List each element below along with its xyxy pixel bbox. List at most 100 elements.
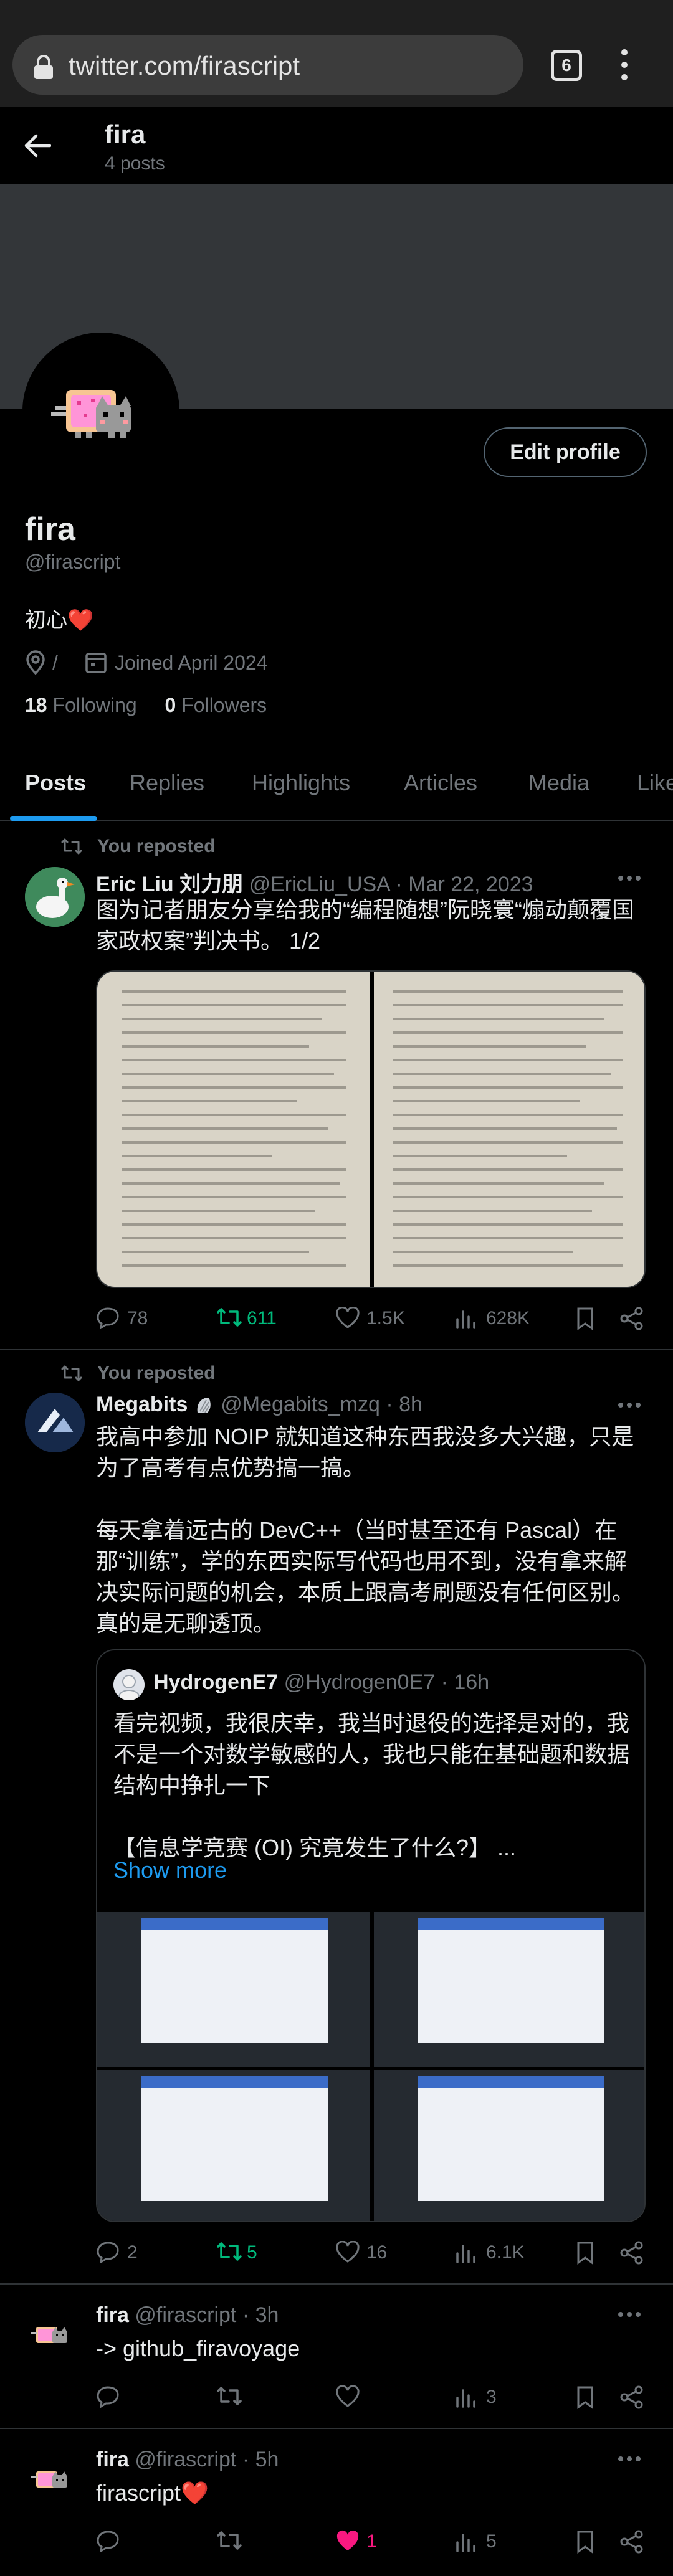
followers-link[interactable]: 0 Followers: [165, 694, 267, 716]
tweet-time[interactable]: 3h: [255, 2303, 279, 2327]
author-name[interactable]: Eric Liu 刘力朋: [96, 873, 243, 896]
following-label: Following: [52, 694, 137, 716]
more-options-icon[interactable]: [617, 2311, 642, 2318]
lock-icon: [32, 55, 55, 80]
views-count: 5: [486, 2531, 497, 2552]
views-count: 628K: [486, 1308, 530, 1328]
reply-icon: [97, 2531, 119, 2552]
tweet-time[interactable]: 5h: [255, 2448, 279, 2471]
dot-separator: ·: [242, 2303, 250, 2327]
tweet-actions: 2 5 16 6.1K: [96, 2238, 644, 2266]
video-frame-3[interactable]: [97, 2070, 370, 2221]
author-handle[interactable]: @Megabits_mzq: [221, 1393, 380, 1416]
reply-icon: [97, 2386, 119, 2408]
repost-small-icon: [61, 838, 82, 855]
author-name[interactable]: fira: [96, 2448, 129, 2471]
profile-link[interactable]: /: [52, 651, 58, 675]
quoted-text: 看完视频，我很庆幸，我当时退役的选择是对的，我不是一个对数学敏感的人，我也只能在…: [113, 1710, 630, 1860]
repost-icon: [217, 2531, 242, 2550]
tweet-media[interactable]: [96, 970, 646, 1288]
tab-posts[interactable]: Posts: [25, 770, 86, 796]
video-frame-4[interactable]: [374, 2070, 644, 2221]
like-count: 1.5K: [366, 1308, 405, 1328]
tab-likes[interactable]: Likes: [637, 770, 673, 796]
tab-media[interactable]: Media: [528, 770, 589, 796]
views-icon: [456, 2389, 475, 2408]
author-name[interactable]: Megabits: [96, 1393, 188, 1416]
edit-profile-button[interactable]: Edit profile: [484, 427, 647, 477]
hydrogen-avatar-icon: [113, 1669, 145, 1700]
views-count: 3: [486, 2387, 497, 2407]
back-arrow-icon[interactable]: [24, 133, 51, 158]
profile-tabs: Posts Replies Highlights Articles Media …: [0, 759, 673, 821]
author-handle[interactable]: @firascript: [135, 2303, 236, 2327]
show-more-link[interactable]: Show more: [113, 1857, 227, 1883]
tweet-actions: 3: [96, 2383, 644, 2410]
tweet-text: -> github_firavoyage: [96, 2336, 300, 2361]
nyan-cat-icon: [25, 2302, 85, 2362]
following-count: 18: [25, 694, 47, 716]
share-icon: [620, 1307, 643, 1330]
heart-icon: [336, 2241, 360, 2263]
shell-emoji-icon: [194, 1395, 215, 1414]
tweet-actions: 78 611 1.5K 628K: [96, 1304, 644, 1332]
quoted-author-handle[interactable]: @Hydrogen0E7: [284, 1670, 435, 1694]
dot-separator: ·: [386, 1393, 393, 1416]
views-count: 6.1K: [486, 2242, 525, 2263]
dot-separator: ·: [441, 1670, 448, 1694]
tweet-divider: [0, 2283, 673, 2285]
tweet-text: 我高中参加 NOIP 就知道这种东西我没多大兴趣，只是为了高考有点优势搞一搞。 …: [96, 1424, 635, 1636]
document-image-left[interactable]: [97, 972, 370, 1287]
following-link[interactable]: 18 Following: [25, 694, 137, 716]
repost-icon: [217, 1308, 242, 1327]
repost-count: 611: [247, 1308, 277, 1328]
nav-profile-name: fira: [105, 120, 146, 149]
more-options-icon[interactable]: [617, 1401, 642, 1409]
author-handle[interactable]: @firascript: [135, 2448, 236, 2471]
quoted-time[interactable]: 16h: [454, 1670, 489, 1694]
quoted-avatar[interactable]: [113, 1669, 145, 1700]
browser-menu-icon[interactable]: [617, 47, 632, 82]
author-name[interactable]: fira: [96, 2303, 129, 2327]
tab-articles[interactable]: Articles: [404, 770, 477, 796]
tweet-actions: 1 5: [96, 2527, 644, 2555]
tweet-time[interactable]: 8h: [399, 1393, 422, 1416]
repost-label: You reposted: [97, 836, 216, 856]
avatar[interactable]: [25, 2302, 85, 2362]
avatar[interactable]: [25, 867, 85, 927]
profile-handle: @firascript: [25, 551, 121, 573]
repost-label: You reposted: [97, 1363, 216, 1383]
url-text: twitter.com/firascript: [69, 51, 300, 80]
address-bar[interactable]: twitter.com/firascript: [12, 35, 523, 95]
quoted-author-name[interactable]: HydrogenE7: [153, 1670, 278, 1694]
tab-switcher-button[interactable]: 6: [551, 50, 582, 81]
profile-bio: 初心❤️: [25, 608, 94, 632]
reply-icon: [97, 1307, 119, 1329]
quoted-tweet[interactable]: HydrogenE7 @Hydrogen0E7 · 16h 看完视频，我很庆幸，…: [96, 1649, 646, 2222]
tab-highlights[interactable]: Highlights: [252, 770, 350, 796]
nav-post-count: 4 posts: [105, 153, 165, 174]
more-options-icon[interactable]: [617, 2455, 642, 2463]
more-options-icon[interactable]: [617, 874, 642, 882]
avatar[interactable]: [25, 2446, 85, 2506]
document-image-right[interactable]: [374, 972, 644, 1287]
tweet-header: Eric Liu 刘力朋 @EricLiu_USA · Mar 22, 2023: [96, 867, 533, 897]
views-icon: [456, 2245, 475, 2263]
dot-separator: ·: [242, 2448, 250, 2471]
tweet-divider: [0, 1349, 673, 1350]
video-frame-1[interactable]: [97, 1912, 370, 2067]
author-handle[interactable]: @EricLiu_USA: [249, 873, 389, 896]
views-icon: [456, 2534, 475, 2552]
profile-avatar[interactable]: [22, 333, 179, 490]
video-frame-2[interactable]: [374, 1912, 644, 2067]
tweet-divider: [0, 2428, 673, 2429]
heart-icon: [336, 1307, 360, 1328]
tweet-time[interactable]: Mar 22, 2023: [408, 873, 533, 896]
profile-name: fira: [25, 511, 75, 547]
followers-count: 0: [165, 694, 176, 716]
profile-top-nav: fira 4 posts: [0, 107, 673, 184]
repost-icon: [217, 2242, 242, 2261]
nyan-cat-icon: [25, 2446, 85, 2506]
avatar[interactable]: [25, 1393, 85, 1452]
tab-replies[interactable]: Replies: [130, 770, 204, 796]
